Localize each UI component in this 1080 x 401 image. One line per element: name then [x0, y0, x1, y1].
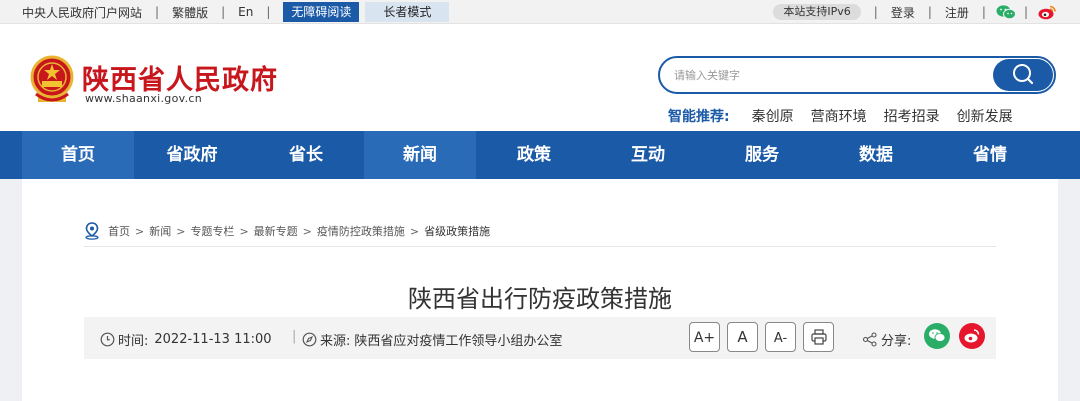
recommend-item[interactable]: 创新发展 — [957, 106, 1013, 126]
compass-icon — [302, 332, 317, 347]
separator: | — [981, 5, 986, 19]
nav-item-service[interactable]: 服务 — [706, 131, 818, 179]
source-value: 陕西省应对疫情工作领导小组办公室 — [354, 334, 563, 349]
national-emblem-icon[interactable] — [28, 54, 76, 106]
nav-item-news[interactable]: 新闻 — [364, 131, 476, 179]
wechat-icon — [929, 329, 946, 342]
breadcrumb-separator: > — [302, 224, 312, 238]
font-normal-label: A — [737, 328, 748, 346]
separator: | — [221, 5, 226, 19]
register-link[interactable]: 注册 — [945, 4, 969, 21]
breadcrumb-separator: > — [409, 224, 420, 238]
traditional-chinese-link[interactable]: 繁體版 — [172, 4, 208, 21]
recommend-label: 智能推荐: — [668, 109, 730, 125]
search-box — [658, 56, 1056, 94]
share-icon — [862, 332, 878, 347]
nav-item-data[interactable]: 数据 — [820, 131, 932, 179]
location-pin-icon — [84, 222, 100, 240]
font-smaller-label: A- — [773, 331, 788, 346]
nav-item-province-info[interactable]: 省情 — [934, 131, 1046, 179]
article-info-bar: 时间: 2022-11-13 11:00 | 来源: 陕西省应对疫情工作领导小组… — [84, 317, 996, 359]
wechat-icon[interactable] — [996, 4, 1016, 20]
elder-mode-button[interactable]: 长者模式 — [365, 2, 450, 22]
weibo-icon[interactable] — [1038, 4, 1056, 20]
breadcrumb-link[interactable]: 最新专题 — [254, 223, 298, 239]
font-smaller-button[interactable]: A- — [765, 322, 796, 352]
breadcrumb-link[interactable]: 疫情防控政策措施 — [317, 223, 405, 239]
separator: | — [292, 329, 297, 344]
separator: | — [1023, 5, 1028, 19]
publish-time: 时间: 2022-11-13 11:00 — [100, 330, 272, 349]
breadcrumb-link[interactable]: 首页 — [108, 223, 130, 239]
time-label: 时间: — [118, 334, 149, 349]
breadcrumb-separator: > — [135, 224, 145, 238]
top-bar: 中央人民政府门户网站 | 繁體版 | En | 无障碍阅读 长者模式 本站支持I… — [0, 0, 1080, 24]
share-label: 分享: — [881, 334, 912, 349]
accessible-reading-button[interactable]: 无障碍阅读 — [283, 2, 360, 22]
share-weibo-button[interactable] — [959, 323, 985, 349]
article-title: 陕西省出行防疫政策措施 — [408, 285, 672, 313]
site-url: www.shaanxi.gov.cn — [85, 92, 202, 105]
search-button[interactable] — [993, 59, 1053, 91]
article-container: 首页 > 新闻 > 专题专栏 > 最新专题 > 疫情防控政策措施 > 省级政策措施 陕西省… — [22, 179, 1058, 401]
breadcrumb-link[interactable]: 新闻 — [149, 223, 171, 239]
recommend-item[interactable]: 营商环境 — [811, 106, 867, 126]
breadcrumb-separator: > — [239, 224, 249, 238]
search-icon — [1013, 64, 1034, 85]
recommend-item[interactable]: 招考招录 — [884, 106, 940, 126]
breadcrumb-link[interactable]: 专题专栏 — [190, 223, 234, 239]
nav-item-governor[interactable]: 省长 — [250, 131, 362, 179]
printer-icon — [810, 329, 827, 345]
separator: | — [927, 5, 932, 19]
divider — [84, 246, 996, 247]
nav-item-home[interactable]: 首页 — [22, 131, 134, 179]
smart-recommend: 智能推荐: 秦创原 营商环境 招考招录 创新发展 — [668, 106, 1030, 126]
ipv6-badge: 本站支持IPv6 — [773, 4, 861, 20]
time-value: 2022-11-13 11:00 — [154, 332, 272, 347]
nav-item-interaction[interactable]: 互动 — [592, 131, 704, 179]
recommend-item[interactable]: 秦创原 — [752, 106, 794, 126]
breadcrumb-current: 省级政策措施 — [424, 225, 491, 238]
separator: | — [266, 5, 271, 19]
source-label: 来源: — [320, 334, 351, 349]
weibo-icon — [964, 329, 980, 343]
print-button[interactable] — [803, 322, 834, 352]
search-input[interactable] — [674, 66, 974, 84]
font-larger-button[interactable]: A+ — [689, 322, 720, 352]
central-gov-link[interactable]: 中央人民政府门户网站 — [22, 4, 142, 21]
clock-icon — [100, 332, 115, 347]
separator: | — [155, 5, 160, 19]
font-larger-label: A+ — [693, 330, 716, 346]
english-link[interactable]: En — [238, 5, 253, 19]
share-section: 分享: — [862, 330, 911, 349]
share-wechat-button[interactable] — [924, 323, 950, 349]
nav-item-provincial-gov[interactable]: 省政府 — [136, 131, 248, 179]
font-normal-button[interactable]: A — [727, 322, 758, 352]
breadcrumb: 首页 > 新闻 > 专题专栏 > 最新专题 > 疫情防控政策措施 > 省级政策措施 — [84, 222, 490, 240]
separator: | — [873, 5, 878, 19]
article-source: 来源: 陕西省应对疫情工作领导小组办公室 — [302, 330, 562, 349]
nav-item-policy[interactable]: 政策 — [478, 131, 590, 179]
breadcrumb-separator: > — [176, 224, 186, 238]
login-link[interactable]: 登录 — [891, 4, 915, 21]
main-nav: 首页 省政府 省长 新闻 政策 互动 服务 数据 省情 — [0, 131, 1080, 179]
site-header: 陕西省人民政府 www.shaanxi.gov.cn 智能推荐: 秦创原 营商环… — [0, 24, 1080, 131]
